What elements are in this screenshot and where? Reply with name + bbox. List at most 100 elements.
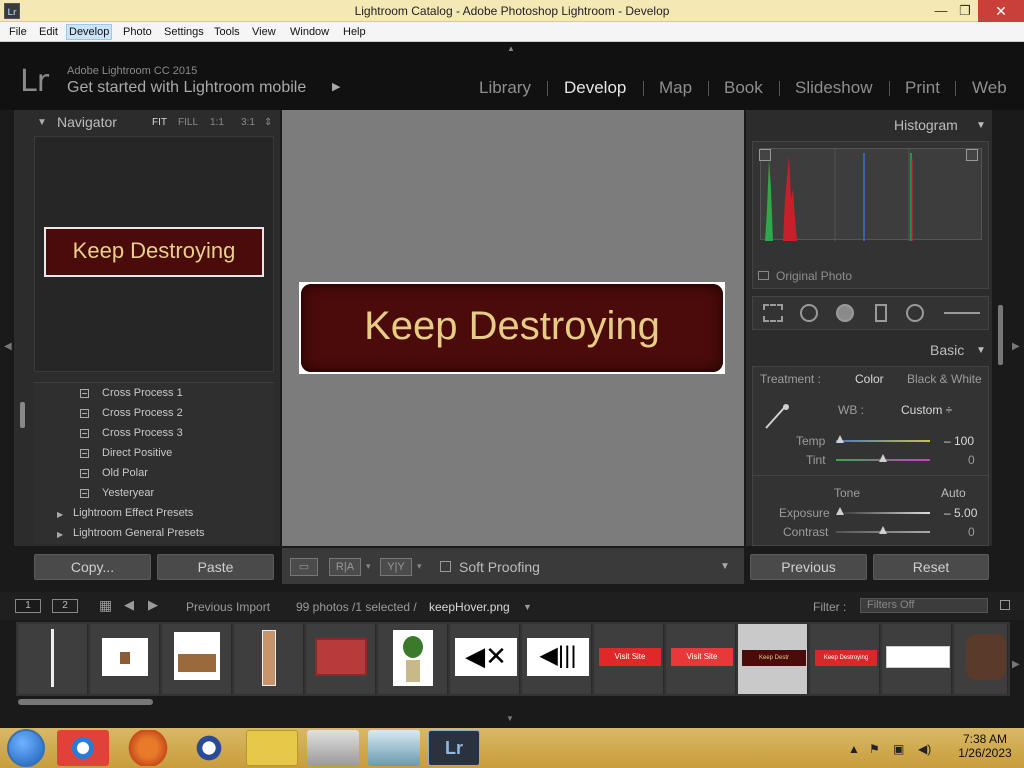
film-cell[interactable] — [162, 624, 232, 694]
archive-icon[interactable] — [307, 730, 359, 766]
firefox-icon[interactable] — [122, 730, 174, 766]
obama-logo-icon[interactable] — [183, 730, 235, 766]
folder-expand-icon[interactable]: ▶ — [57, 530, 63, 539]
copy-button[interactable]: Copy... — [34, 554, 151, 580]
left-scrollbar[interactable] — [20, 402, 25, 428]
film-cell-selected[interactable]: Keep Destr — [738, 624, 808, 694]
zoom-1-1[interactable]: 1:1 — [210, 117, 224, 128]
menu-file[interactable]: File — [6, 24, 30, 40]
module-develop[interactable]: Develop — [564, 78, 626, 98]
zoom-fill[interactable]: FILL — [178, 117, 198, 128]
right-scrollbar[interactable] — [998, 305, 1003, 365]
notepad-icon[interactable] — [368, 730, 420, 766]
before-after-ra-button[interactable]: R|A — [329, 558, 361, 576]
film-cell[interactable] — [18, 624, 88, 694]
film-cell[interactable]: ◀✕ — [450, 624, 520, 694]
reset-button[interactable]: Reset — [873, 554, 989, 580]
yy-dropdown-icon[interactable]: ▾ — [417, 561, 422, 572]
module-map[interactable]: Map — [659, 78, 692, 98]
zoom-stepper-icon[interactable]: ⇕ — [264, 117, 272, 128]
network-icon[interactable]: ▣ — [893, 742, 904, 756]
selected-filename[interactable]: keepHover.png — [429, 600, 510, 614]
menu-settings[interactable]: Settings — [161, 24, 207, 40]
left-panel-toggle-icon[interactable]: ◀ — [4, 341, 12, 352]
preset-item[interactable]: Direct Positive — [102, 447, 172, 459]
wb-eyedropper-icon[interactable] — [762, 402, 792, 429]
exposure-value[interactable]: – 5.00 — [944, 506, 977, 520]
ra-dropdown-icon[interactable]: ▾ — [366, 561, 371, 572]
module-library[interactable]: Library — [479, 78, 531, 98]
back-arrow-icon[interactable]: ◀ — [124, 597, 134, 613]
zoom-3-1[interactable]: 3:1 — [241, 117, 255, 128]
crop-tool-icon[interactable] — [763, 304, 783, 322]
radial-filter-icon[interactable] — [906, 304, 924, 322]
module-web[interactable]: Web — [972, 78, 1007, 98]
preset-item[interactable]: Cross Process 3 — [102, 427, 183, 439]
lightroom-taskbar-icon[interactable]: Lr — [428, 730, 480, 766]
filmstrip-scroll-right-icon[interactable]: ▶ — [1012, 659, 1020, 670]
preset-item[interactable]: Cross Process 2 — [102, 407, 183, 419]
basic-title[interactable]: Basic — [930, 342, 964, 358]
film-cell[interactable] — [378, 624, 448, 694]
exposure-slider[interactable] — [836, 512, 930, 514]
soft-proofing-checkbox[interactable] — [440, 561, 451, 572]
clock[interactable]: 7:38 AM 1/26/2023 — [955, 732, 1015, 760]
mobile-tagline[interactable]: Get started with Lightroom mobile — [67, 79, 306, 97]
menu-view[interactable]: View — [249, 24, 279, 40]
tone-auto-button[interactable]: Auto — [941, 486, 966, 500]
film-cell[interactable]: Keep Destroying — [810, 624, 880, 694]
histogram-collapse-icon[interactable]: ▼ — [976, 120, 986, 131]
contrast-slider-thumb[interactable] — [879, 526, 887, 534]
filter-lock-icon[interactable] — [1000, 600, 1010, 610]
collapse-bottom-arrow-icon[interactable]: ▼ — [506, 714, 514, 723]
screen-1-button[interactable]: 1 — [15, 599, 41, 613]
histogram-title[interactable]: Histogram — [894, 117, 958, 133]
menu-edit[interactable]: Edit — [36, 24, 61, 40]
navigator-title[interactable]: Navigator — [57, 114, 117, 130]
screen-2-button[interactable]: 2 — [52, 599, 78, 613]
menu-develop[interactable]: Develop — [66, 24, 113, 40]
spot-removal-tool-icon[interactable] — [800, 304, 818, 322]
before-after-yy-button[interactable]: Y|Y — [380, 558, 412, 576]
menu-photo[interactable]: Photo — [120, 24, 155, 40]
folder-icon[interactable] — [246, 730, 298, 766]
shadow-clipping-icon[interactable] — [759, 149, 771, 161]
filename-dropdown-icon[interactable]: ▼ — [523, 602, 532, 612]
volume-tray-icon[interactable]: ◀) — [918, 742, 931, 756]
collapse-top-arrow-icon[interactable]: ▲ — [507, 44, 515, 53]
film-cell[interactable]: Visit Site — [594, 624, 664, 694]
preset-folder[interactable]: Lightroom General Presets — [73, 527, 204, 539]
source-label[interactable]: Previous Import — [186, 600, 270, 614]
film-cell[interactable]: Visit Site — [666, 624, 736, 694]
film-cell[interactable]: ◀||| — [522, 624, 592, 694]
play-arrow-icon[interactable]: ▶ — [332, 80, 340, 93]
highlight-clipping-icon[interactable] — [966, 149, 978, 161]
basic-collapse-icon[interactable]: ▼ — [976, 345, 986, 356]
tint-value[interactable]: 0 — [968, 453, 975, 467]
preset-item[interactable]: Old Polar — [102, 467, 148, 479]
menu-window[interactable]: Window — [287, 24, 332, 40]
show-hidden-icons[interactable]: ▲ — [848, 742, 860, 756]
module-book[interactable]: Book — [724, 78, 763, 98]
loupe-view-icon[interactable]: ▭ — [290, 558, 318, 576]
graduated-filter-icon[interactable] — [875, 304, 887, 322]
right-panel-toggle-icon[interactable]: ▶ — [1012, 341, 1020, 352]
red-eye-tool-icon[interactable] — [836, 304, 854, 322]
wb-select[interactable]: Custom ÷ — [901, 403, 952, 417]
film-cell[interactable] — [954, 624, 1008, 694]
flag-icon[interactable]: ⚑ — [869, 742, 880, 756]
filter-select[interactable]: Filters Off — [860, 598, 988, 613]
paste-button[interactable]: Paste — [157, 554, 274, 580]
module-print[interactable]: Print — [905, 78, 940, 98]
toolbar-menu-icon[interactable]: ▼ — [720, 561, 730, 572]
module-slideshow[interactable]: Slideshow — [795, 78, 873, 98]
chrome-icon[interactable] — [57, 730, 109, 766]
maximize-button[interactable]: ❐ — [950, 0, 980, 22]
treatment-bw[interactable]: Black & White — [907, 372, 982, 386]
preset-folder[interactable]: Lightroom Effect Presets — [73, 507, 193, 519]
treatment-color[interactable]: Color — [855, 372, 884, 386]
navigator-collapse-icon[interactable]: ▼ — [37, 117, 47, 128]
menu-tools[interactable]: Tools — [211, 24, 243, 40]
forward-arrow-icon[interactable]: ▶ — [148, 597, 158, 613]
menu-help[interactable]: Help — [340, 24, 369, 40]
